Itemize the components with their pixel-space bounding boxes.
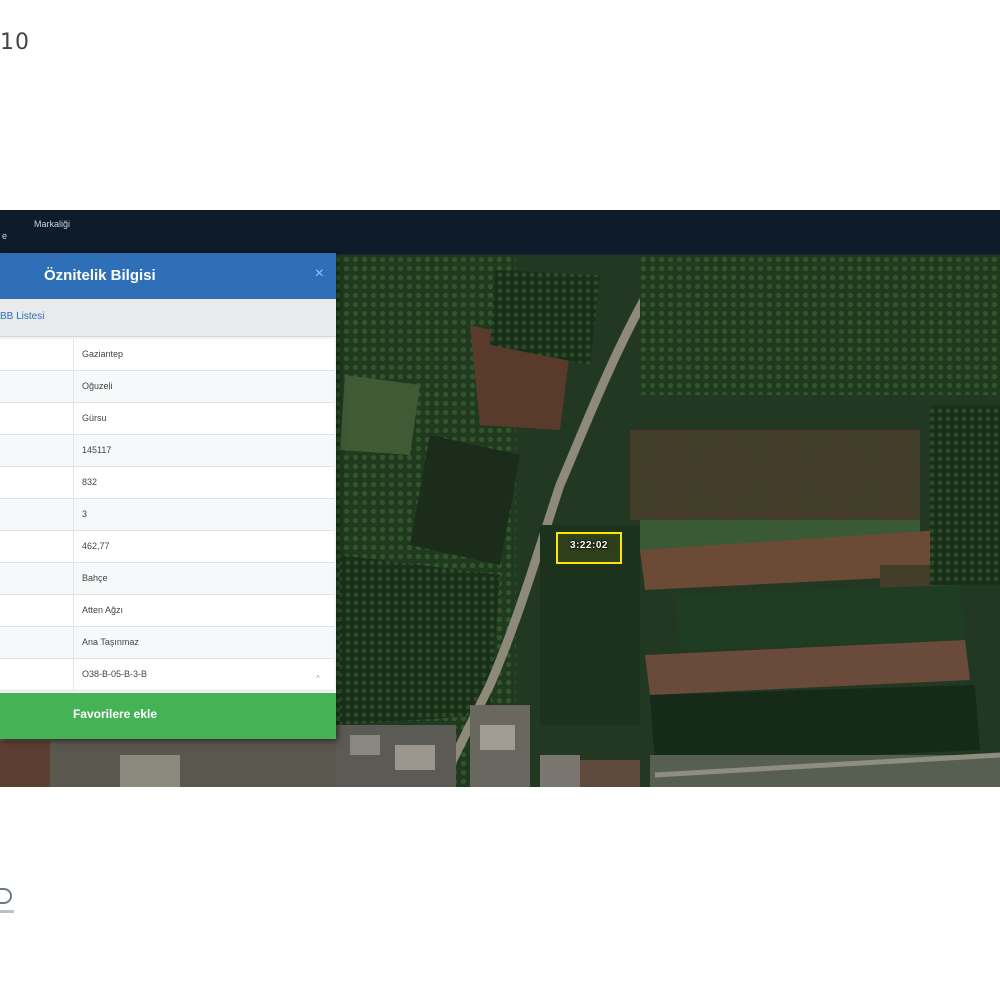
row-key-cell xyxy=(0,659,74,691)
row-value: O38-B-05-B-3-B xyxy=(82,669,148,679)
top-bar: Markaliği e xyxy=(0,210,1000,255)
table-row: Atten Ağzı xyxy=(0,595,334,627)
table-row: Oğuzeli xyxy=(0,371,334,403)
row-value: Ana Taşınmaz xyxy=(82,637,139,647)
row-key-cell xyxy=(0,531,74,563)
row-key-cell xyxy=(0,563,74,595)
row-key-cell xyxy=(0,339,74,371)
row-value: Atten Ağzı xyxy=(82,605,124,615)
page: 10 Markaliği e 3:22:02 Öznitelik Bilgisi… xyxy=(0,0,1000,1000)
row-key-cell xyxy=(0,403,74,435)
corner-logo xyxy=(0,888,16,918)
row-value: Bahçe xyxy=(82,573,108,583)
brand-line-1: Markaliği xyxy=(34,219,71,229)
map-application-window: Markaliği e 3:22:02 Öznitelik Bilgisi × … xyxy=(0,210,1000,787)
table-row: Bahçe xyxy=(0,563,334,595)
attribute-table: Gaziantep Oğuzeli Gürsu 145117 832 3 462… xyxy=(0,339,334,691)
logo-subtext xyxy=(0,910,14,913)
row-value: 462,77 xyxy=(82,541,110,551)
scroll-up-icon[interactable]: ^ xyxy=(316,674,320,683)
row-key-cell xyxy=(0,371,74,403)
list-link[interactable]: BB Listesi xyxy=(0,311,44,322)
row-value: 832 xyxy=(82,477,98,487)
table-row: 462,77 xyxy=(0,531,334,563)
page-counter: 10 xyxy=(0,30,30,55)
row-key-cell xyxy=(0,595,74,627)
row-key-cell xyxy=(0,499,74,531)
table-row: Gaziantep xyxy=(0,339,334,371)
selected-parcel-outline[interactable]: 3:22:02 xyxy=(556,532,622,564)
table-row: Ana Taşınmaz xyxy=(0,627,334,659)
brand-text: Markaliği e xyxy=(2,218,70,242)
row-value: 3 xyxy=(82,509,88,519)
logo-mark xyxy=(0,888,12,904)
row-value: Oğuzeli xyxy=(82,381,113,391)
attribute-info-panel: Öznitelik Bilgisi × BB Listesi Gaziantep… xyxy=(0,253,336,739)
panel-header: Öznitelik Bilgisi × xyxy=(0,253,336,299)
panel-title: Öznitelik Bilgisi xyxy=(44,267,156,284)
close-icon[interactable]: × xyxy=(315,265,324,283)
table-row: O38-B-05-B-3-B xyxy=(0,659,334,691)
add-to-favorites-button[interactable]: Favorilere ekle xyxy=(0,693,336,739)
add-to-favorites-label: Favorilere ekle xyxy=(72,707,158,721)
row-key-cell xyxy=(0,627,74,659)
table-row: Gürsu xyxy=(0,403,334,435)
row-key-cell xyxy=(0,435,74,467)
row-key-cell xyxy=(0,467,74,499)
table-row: 145117 xyxy=(0,435,334,467)
table-row: 3 xyxy=(0,499,334,531)
table-row: 832 xyxy=(0,467,334,499)
row-value: 145117 xyxy=(82,445,112,455)
parcel-label: 3:22:02 xyxy=(570,540,608,551)
row-value: Gaziantep xyxy=(82,349,124,359)
list-link-row[interactable]: BB Listesi xyxy=(0,299,336,337)
row-value: Gürsu xyxy=(82,413,107,423)
brand-line-2: e xyxy=(2,231,8,241)
